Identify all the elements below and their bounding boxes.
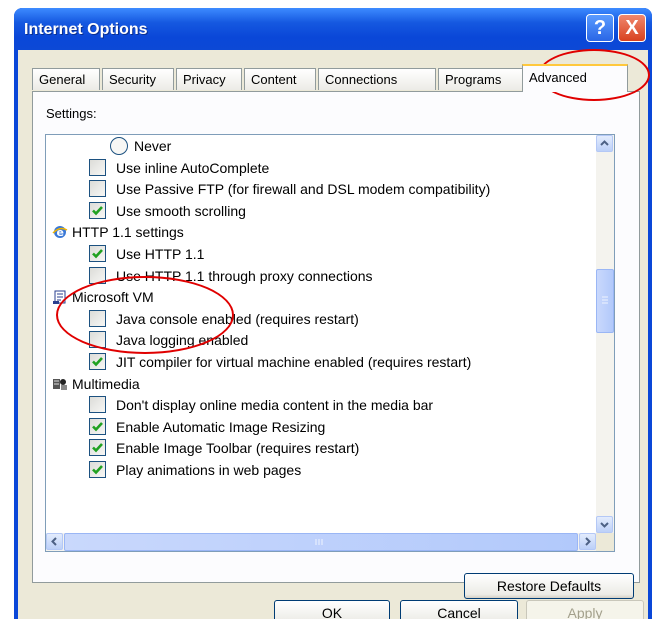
setting-group-microsoft-vm: Microsoft VM [46,286,596,308]
checkbox-unchecked[interactable] [89,309,106,327]
checkbox-unchecked[interactable] [89,158,106,176]
setting-label: Play animations in web pages [116,462,302,478]
vertical-scroll-thumb[interactable] [596,269,614,333]
settings-listbox: Never Use inline AutoComplete Use Passive … [45,134,615,552]
setting-checkbox-java-console-enabled-requires-restart[interactable]: Java console enabled (requires restart) [46,308,596,330]
cancel-button[interactable]: Cancel [400,600,518,619]
setting-checkbox-java-logging-enabled[interactable]: Java logging enabled [46,329,596,351]
tab-general[interactable]: General [32,68,100,90]
checkbox-checked[interactable] [89,417,106,435]
setting-checkbox-enable-image-toolbar-requires-restart[interactable]: Enable Image Toolbar (requires restart) [46,437,596,459]
checkbox-unchecked[interactable] [89,266,106,284]
horizontal-scrollbar[interactable] [46,533,596,551]
setting-checkbox-use-smooth-scrolling[interactable]: Use smooth scrolling [46,200,596,222]
setting-radio-never[interactable]: Never [46,135,596,157]
tab-security[interactable]: Security [102,68,174,90]
checkbox-checked[interactable] [89,353,106,370]
setting-label: Use inline AutoComplete [116,159,270,176]
checkmark-icon [92,205,103,216]
checkbox-checked[interactable] [89,439,106,457]
setting-label: Use HTTP 1.1 through proxy connections [116,267,373,284]
setting-group-http-1-1-settings: e HTTP 1.1 settings [46,221,596,243]
tab-content[interactable]: Content [244,68,316,90]
checkbox-checked[interactable] [89,461,106,478]
checkbox-unchecked[interactable] [89,180,106,198]
setting-label: Java console enabled (requires restart) [116,310,359,327]
radio-button[interactable] [110,137,128,155]
setting-label: Don't display online media content in th… [116,397,434,414]
tab-programs[interactable]: Programs [438,68,524,90]
setting-label: Java logging enabled [116,332,249,349]
tab-privacy[interactable]: Privacy [176,68,242,90]
setting-label: Microsoft VM [72,289,154,306]
restore-defaults-button[interactable]: Restore Defaults [464,573,634,599]
scrollbar-corner [596,533,614,551]
settings-label: Settings: [46,106,97,121]
setting-label: Use HTTP 1.1 [116,246,205,262]
title-bar[interactable]: Internet Options ? X [14,8,652,50]
help-button[interactable]: ? [586,14,614,42]
vertical-scrollbar[interactable] [596,135,614,533]
apply-button: Apply [526,600,644,619]
checkmark-icon [92,421,103,432]
dialog-client-area: General Security Privacy Content Connect… [18,50,648,619]
setting-label: Multimedia [72,375,140,392]
advanced-tab-panel: Settings: Never Use inline AutoComplete Us… [32,91,640,599]
grip-icon [315,539,323,545]
checkbox-unchecked[interactable] [89,331,106,349]
ok-button[interactable]: OK [274,600,390,619]
setting-checkbox-enable-automatic-image-resizing[interactable]: Enable Automatic Image Resizing [46,416,596,438]
scroll-up-button[interactable] [596,135,613,152]
setting-checkbox-don-t-display-online-media-content-in-the-media-bar[interactable]: Don't display online media content in th… [46,394,596,416]
setting-checkbox-use-http-1-1[interactable]: Use HTTP 1.1 [46,243,596,265]
scroll-left-button[interactable] [46,533,63,550]
setting-checkbox-use-http-1-1-through-proxy-connections[interactable]: Use HTTP 1.1 through proxy connections [46,265,596,287]
checkmark-icon [92,465,103,475]
setting-label: Enable Image Toolbar (requires restart) [116,440,360,457]
setting-label: Enable Automatic Image Resizing [116,418,326,435]
setting-label: Never [134,138,172,154]
tab-advanced[interactable]: Advanced [522,64,628,92]
chevron-down-icon [600,522,609,528]
scroll-right-button[interactable] [579,533,596,550]
settings-list: Never Use inline AutoComplete Use Passive … [46,135,596,533]
setting-checkbox-play-animations-in-web-pages[interactable]: Play animations in web pages [46,459,596,481]
setting-label: Use Passive FTP (for firewall and DSL mo… [116,181,491,198]
tab-connections[interactable]: Connections [318,68,436,90]
scroll-down-button[interactable] [596,516,613,533]
setting-checkbox-use-inline-autocomplete[interactable]: Use inline AutoComplete [46,157,596,179]
multimedia-icon [53,378,67,390]
window-title: Internet Options [24,21,148,38]
setting-checkbox-jit-compiler-for-virtual-machine-enabled-requires-restart[interactable]: JIT compiler for virtual machine enabled… [46,351,596,373]
checkmark-icon [92,249,103,259]
setting-checkbox-use-passive-ftp-for-firewall-and-dsl-modem-compatibility[interactable]: Use Passive FTP (for firewall and DSL mo… [46,178,596,200]
setting-group-multimedia: Multimedia [46,373,596,395]
grip-icon [602,296,608,304]
chevron-right-icon [585,537,591,546]
checkbox-checked[interactable] [89,245,106,262]
checkmark-icon [92,443,103,453]
chevron-left-icon [51,537,57,546]
chevron-up-icon [600,140,609,146]
setting-label: JIT compiler for virtual machine enabled… [116,354,472,370]
java-icon [53,290,66,305]
checkbox-checked[interactable] [89,201,106,219]
checkbox-unchecked[interactable] [89,396,106,414]
checkmark-icon [92,357,103,367]
close-button[interactable]: X [618,14,646,42]
horizontal-scroll-thumb[interactable] [64,533,578,551]
internet-options-window: Internet Options ? X General Security Pr… [14,8,652,619]
setting-label: Use smooth scrolling [116,202,246,219]
setting-label: HTTP 1.1 settings [72,224,184,241]
ie-globe-icon: e [52,226,68,239]
